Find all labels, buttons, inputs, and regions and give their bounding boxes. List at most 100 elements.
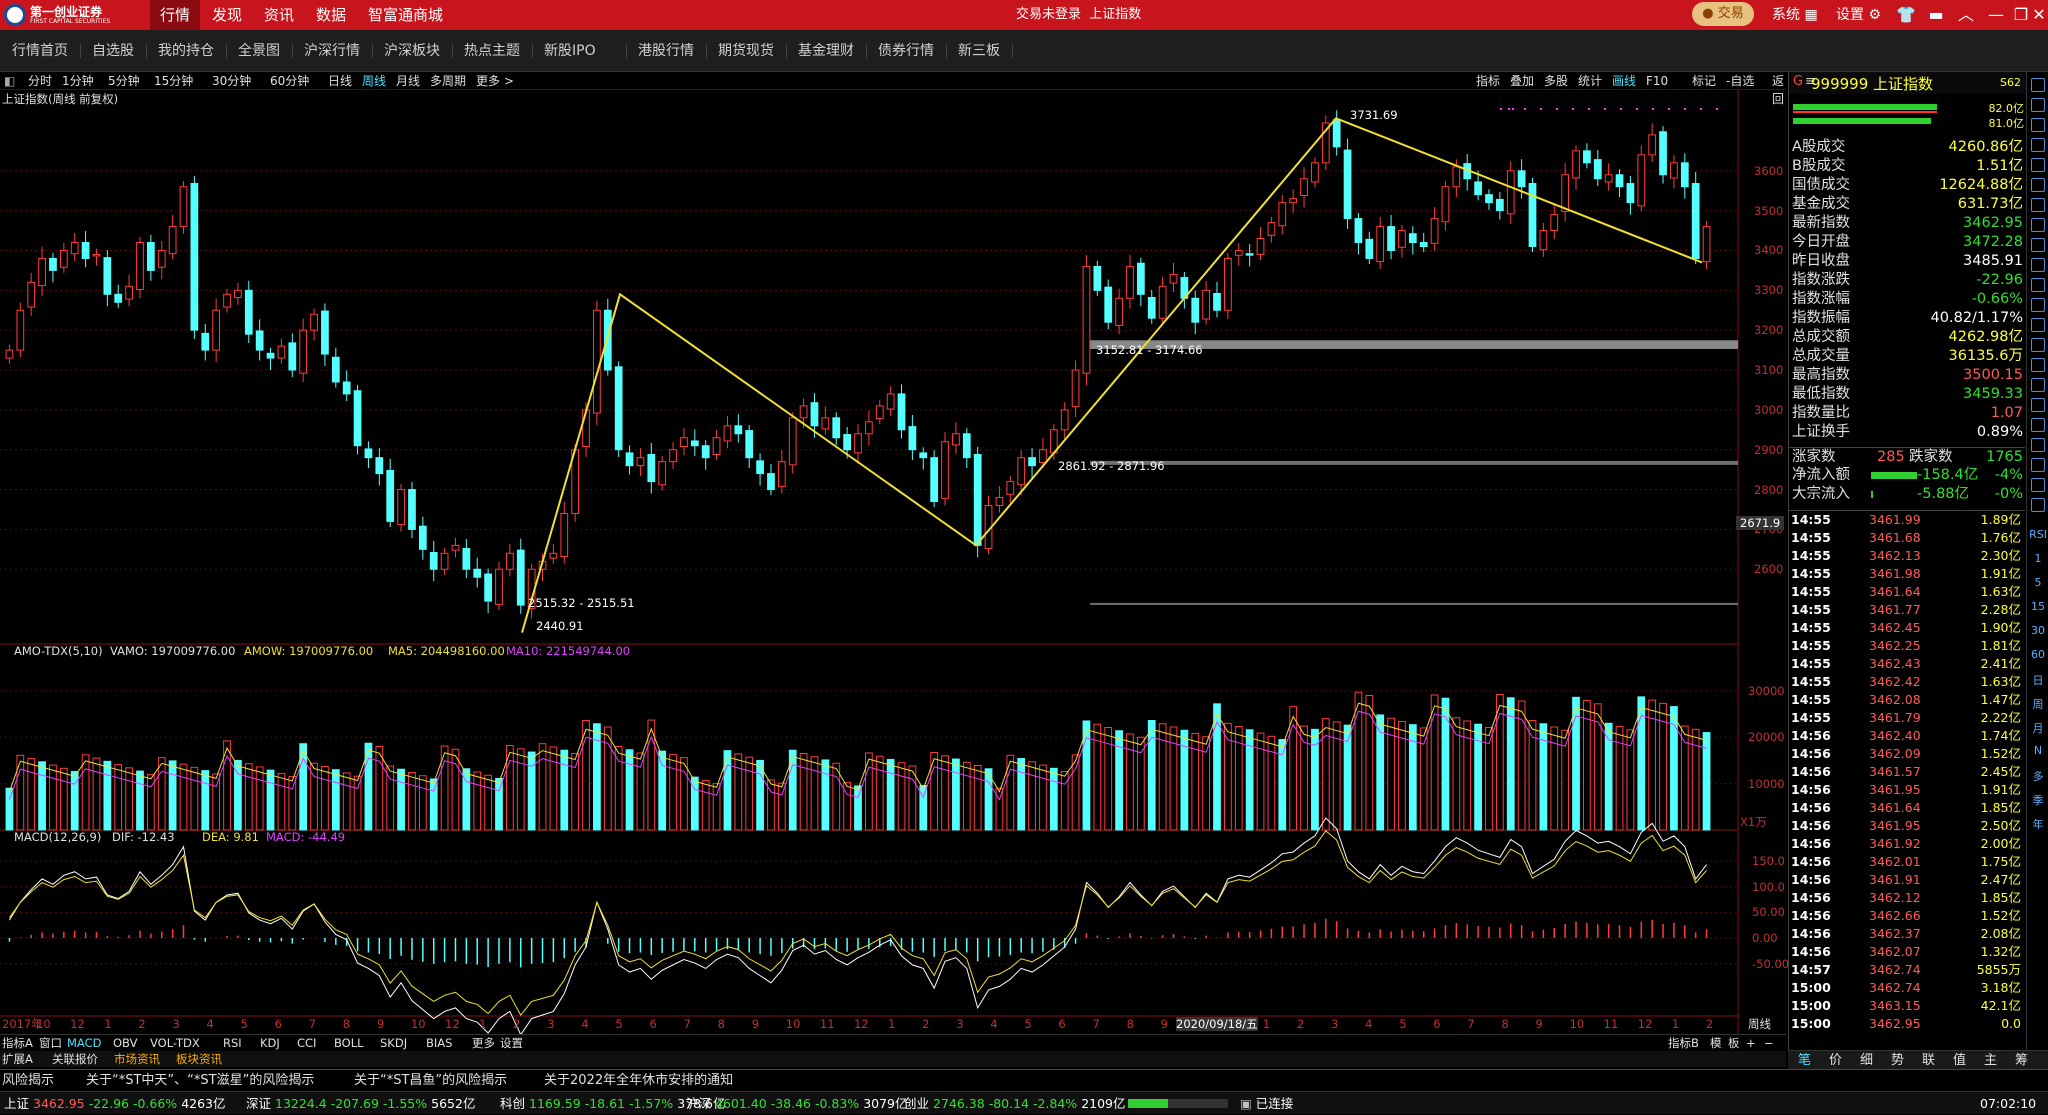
tick-row[interactable]: 15:00 3463.15 42.1亿 (1789, 997, 2025, 1015)
minimize-icon[interactable]: — (1985, 4, 2007, 26)
tool-icon[interactable] (2031, 318, 2045, 332)
nav-item-1[interactable]: 自选股 (92, 30, 134, 72)
tick-row[interactable]: 14:56 3461.92 2.00亿 (1789, 835, 2025, 853)
indicator-tab-12[interactable]: 设置 (500, 1035, 523, 1052)
tick-row[interactable]: 14:55 3461.77 2.28亿 (1789, 601, 2025, 619)
tick-row[interactable]: 15:00 3462.95 0.0 (1789, 1015, 2025, 1033)
nav-item-9[interactable]: 期货现货 (718, 30, 774, 72)
tick-row[interactable]: 14:56 3461.91 2.47亿 (1789, 871, 2025, 889)
tick-row[interactable]: 14:55 3462.13 2.30亿 (1789, 547, 2025, 565)
tick-row[interactable]: 14:55 3462.42 1.63亿 (1789, 673, 2025, 691)
top-menu-1[interactable]: 发现 (202, 0, 252, 30)
extension-tab-3[interactable]: 板块资讯 (176, 1051, 222, 1067)
news-item-1[interactable]: 关于“*ST中天”、“*ST滋星”的风险揭示 (86, 1070, 314, 1092)
quote-tab-0[interactable]: 笔 (1798, 1051, 1811, 1071)
tick-list[interactable]: 14:55 3461.99 1.89亿 14:55 3461.68 1.76亿 14:55 3… (1789, 510, 2025, 1031)
indicator-tab-5[interactable]: RSI (223, 1035, 242, 1052)
period-9[interactable]: 多周期 (430, 72, 466, 90)
extension-tab-1[interactable]: 关联报价 (52, 1051, 98, 1067)
tool-text-9[interactable]: N (2027, 744, 2048, 757)
top-menu-2[interactable]: 资讯 (254, 0, 304, 30)
period-10[interactable]: 更多 > (476, 72, 514, 90)
indicator-tab-4[interactable]: VOL-TDX (150, 1035, 200, 1052)
system-button[interactable]: 系统 ▦ (1772, 0, 1818, 30)
tool-text-11[interactable]: 季 (2027, 792, 2048, 808)
tick-row[interactable]: 14:55 3461.79 2.22亿 (1789, 709, 2025, 727)
nav-item-10[interactable]: 基金理财 (798, 30, 854, 72)
period-8[interactable]: 月线 (396, 72, 420, 90)
tick-row[interactable]: 14:56 3461.64 1.85亿 (1789, 799, 2025, 817)
nav-item-8[interactable]: 港股行情 (638, 30, 694, 72)
chart-tool-2[interactable]: 多股 (1544, 72, 1568, 90)
indicator-tab-10[interactable]: BIAS (426, 1035, 452, 1052)
skin-icon[interactable]: 👕 (1895, 4, 1917, 26)
tool-icon[interactable] (2031, 258, 2045, 272)
tool-text-4[interactable]: 30 (2027, 624, 2048, 637)
quote-tab-1[interactable]: 价 (1829, 1051, 1842, 1071)
restore-icon[interactable]: ❐ (2010, 4, 2032, 26)
indicator-right-2[interactable]: 板 (1728, 1035, 1740, 1052)
nav-item-7[interactable]: 新股IPO (544, 30, 596, 72)
indicator-tab-1[interactable]: 窗口 (39, 1035, 62, 1052)
tick-row[interactable]: 14:56 3462.66 1.52亿 (1789, 907, 2025, 925)
tool-icon[interactable] (2031, 98, 2045, 112)
indicator-tab-2[interactable]: MACD (67, 1035, 101, 1052)
tick-row[interactable]: 14:56 3461.95 1.91亿 (1789, 781, 2025, 799)
tick-row[interactable]: 14:55 3461.64 1.63亿 (1789, 583, 2025, 601)
status-sz[interactable]: 深证 13224.4 -207.69 -1.55% 5652亿 (246, 1092, 475, 1115)
panel-toggle-icon[interactable]: ◧ (4, 72, 15, 90)
indicator-tab-8[interactable]: BOLL (334, 1035, 364, 1052)
tool-text-7[interactable]: 周 (2027, 696, 2048, 712)
tick-row[interactable]: 14:56 3462.40 1.74亿 (1789, 727, 2025, 745)
kline-chart-area[interactable] (0, 90, 1786, 1034)
chart-tool-3[interactable]: 统计 (1578, 72, 1602, 90)
tool-icon[interactable] (2031, 498, 2045, 512)
collapse-up-icon[interactable]: ︿ (1955, 4, 1977, 26)
period-3[interactable]: 15分钟 (154, 72, 193, 90)
indicator-tab-11[interactable]: 更多 (472, 1035, 495, 1052)
status-sh[interactable]: 上证 3462.95 -22.96 -0.66% 4263亿 (4, 1092, 226, 1115)
quote-tab-2[interactable]: 细 (1860, 1051, 1873, 1071)
tick-row[interactable]: 14:55 3462.45 1.90亿 (1789, 619, 2025, 637)
chart-tool-7[interactable]: -自选 (1726, 72, 1754, 90)
tool-icon[interactable] (2031, 218, 2045, 232)
chart-tool-5[interactable]: F10 (1646, 72, 1668, 90)
tick-row[interactable]: 14:55 3461.99 1.89亿 (1789, 511, 2025, 529)
quote-tab-5[interactable]: 值 (1953, 1051, 1966, 1071)
tick-row[interactable]: 14:55 3462.08 1.47亿 (1789, 691, 2025, 709)
tool-text-0[interactable]: RSI (2027, 528, 2048, 541)
period-2[interactable]: 5分钟 (108, 72, 140, 90)
chart-tool-4[interactable]: 画线 (1612, 72, 1636, 90)
nav-item-0[interactable]: 行情首页 (12, 30, 68, 72)
tool-text-3[interactable]: 15 (2027, 600, 2048, 613)
indicator-right-4[interactable]: − (1764, 1035, 1774, 1052)
tool-icon[interactable] (2031, 398, 2045, 412)
indicator-right-0[interactable]: 指标B (1668, 1035, 1699, 1052)
chart-tool-1[interactable]: 叠加 (1510, 72, 1534, 90)
tool-text-12[interactable]: 年 (2027, 816, 2048, 832)
indicator-tab-7[interactable]: CCI (297, 1035, 316, 1052)
extension-tab-0[interactable]: 扩展A (2, 1051, 33, 1067)
indicator-right-3[interactable]: + (1746, 1035, 1756, 1052)
chart-tool-0[interactable]: 指标 (1476, 72, 1500, 90)
news-item-2[interactable]: 关于“*ST昌鱼”的风险揭示 (354, 1070, 507, 1092)
tool-icon[interactable] (2031, 478, 2045, 492)
period-0[interactable]: 分时 (28, 72, 52, 90)
tool-icon[interactable] (2031, 178, 2045, 192)
tick-row[interactable]: 14:55 3462.25 1.81亿 (1789, 637, 2025, 655)
tool-icon[interactable] (2031, 278, 2045, 292)
tick-row[interactable]: 14:55 3461.98 1.91亿 (1789, 565, 2025, 583)
nav-item-4[interactable]: 沪深行情 (304, 30, 360, 72)
tick-row[interactable]: 14:56 3461.95 2.50亿 (1789, 817, 2025, 835)
tool-icon[interactable] (2031, 298, 2045, 312)
tool-icon[interactable] (2031, 438, 2045, 452)
nav-item-12[interactable]: 新三板 (958, 30, 1000, 72)
news-item-0[interactable]: 风险揭示 (2, 1070, 54, 1092)
indicator-tab-0[interactable]: 指标A (2, 1035, 33, 1052)
period-1[interactable]: 1分钟 (62, 72, 94, 90)
nav-item-6[interactable]: 热点主题 (464, 30, 520, 72)
tool-text-5[interactable]: 60 (2027, 648, 2048, 661)
quote-tab-6[interactable]: 主 (1984, 1051, 1997, 1071)
indicator-tab-3[interactable]: OBV (113, 1035, 137, 1052)
period-7[interactable]: 周线 (362, 72, 386, 90)
